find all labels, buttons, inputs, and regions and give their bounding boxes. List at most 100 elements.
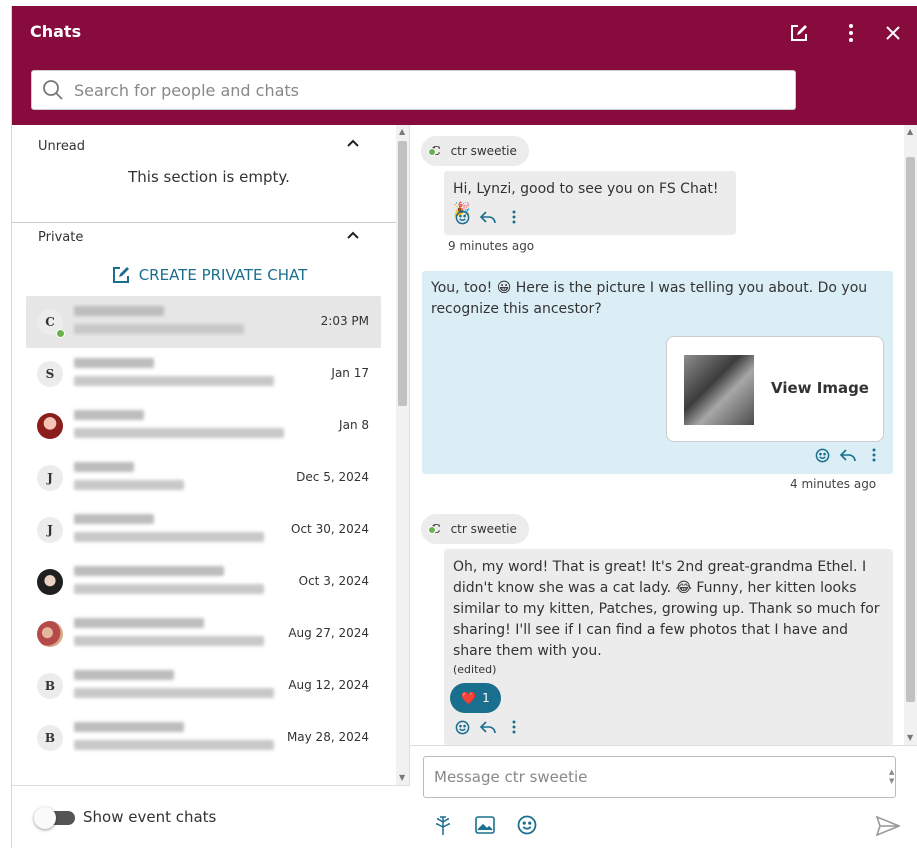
add-reaction-icon[interactable] <box>454 209 470 225</box>
avatar: J <box>37 465 63 491</box>
scrollbar-thumb[interactable] <box>398 141 407 406</box>
view-image-label[interactable]: View Image <box>771 379 869 397</box>
chat-list-footer: Show event chats <box>12 785 410 848</box>
reaction-badge[interactable]: ❤️ 1 <box>450 683 501 713</box>
reply-icon[interactable] <box>840 447 856 463</box>
heart-icon: ❤️ <box>461 691 477 705</box>
chat-list-item[interactable]: Jan 8 <box>26 400 381 452</box>
chat-date: Jan 8 <box>339 418 369 432</box>
show-event-chats-label: Show event chats <box>83 808 217 826</box>
chat-name-redacted <box>74 618 204 628</box>
chat-preview-redacted <box>74 480 184 490</box>
online-indicator <box>428 526 436 534</box>
send-icon[interactable] <box>876 816 900 836</box>
chat-list-item[interactable]: S Jan 17 <box>26 348 381 400</box>
avatar: B <box>37 673 63 699</box>
new-chat-icon <box>112 267 129 283</box>
chevron-up-icon[interactable] <box>345 227 361 243</box>
emoji-icon[interactable] <box>516 814 538 836</box>
section-divider <box>12 222 396 223</box>
scroll-down-arrow[interactable]: ▼ <box>907 733 913 742</box>
message-text: Oh, my word! That is great! It's 2nd gre… <box>453 559 880 659</box>
reply-icon[interactable] <box>480 719 496 735</box>
create-private-chat-button[interactable]: CREATE PRIVATE CHAT <box>12 254 396 296</box>
new-chat-icon[interactable] <box>786 20 812 46</box>
chevron-up-icon[interactable] <box>345 135 361 151</box>
more-vert-icon[interactable] <box>838 20 864 46</box>
chat-date: 2:03 PM <box>320 314 369 328</box>
chat-list-scrollbar[interactable]: ▲ ▼ <box>396 125 409 785</box>
avatar <box>37 569 63 595</box>
chat-name-redacted <box>74 514 154 524</box>
chat-date: Oct 3, 2024 <box>298 574 369 588</box>
chat-preview-redacted <box>74 428 284 438</box>
chat-header: Chats <box>12 6 917 125</box>
more-vert-icon[interactable] <box>506 719 522 735</box>
sender-pill[interactable]: C ctr sweetie <box>421 514 529 544</box>
chat-name-redacted <box>74 670 174 680</box>
chat-panel: Chats Unread This section is empty. Priv… <box>11 6 917 848</box>
sender-name: ctr sweetie <box>450 144 517 158</box>
more-vert-icon[interactable] <box>506 209 522 225</box>
chat-preview-redacted <box>74 688 274 698</box>
tree-icon[interactable] <box>432 814 454 836</box>
toggle-knob[interactable] <box>34 807 56 829</box>
add-reaction-icon[interactable] <box>454 719 470 735</box>
sender-pill[interactable]: C ctr sweetie <box>421 136 529 166</box>
show-event-chats-toggle[interactable] <box>34 807 75 829</box>
image-icon[interactable] <box>474 814 496 836</box>
search-input[interactable] <box>74 80 774 100</box>
chat-list-item[interactable]: Oct 3, 2024 <box>26 556 381 608</box>
header-title: Chats <box>30 22 82 41</box>
message-actions <box>814 447 882 463</box>
reply-icon[interactable] <box>480 209 496 225</box>
search-box[interactable] <box>31 70 796 110</box>
empty-section-message: This section is empty. <box>128 168 290 186</box>
online-indicator <box>56 329 65 338</box>
chat-list-item[interactable]: B May 28, 2024 <box>26 712 381 764</box>
message-input[interactable] <box>423 756 896 798</box>
chat-date: Jan 17 <box>331 366 369 380</box>
image-thumbnail[interactable] <box>684 355 754 425</box>
chat-name-redacted <box>74 306 164 316</box>
conversation-panel: C ctr sweetie Hi, Lynzi, good to see you… <box>410 125 917 848</box>
chat-list: Unread This section is empty. Private CR… <box>12 125 396 775</box>
section-unread-label: Unread <box>38 139 86 154</box>
image-attachment-card[interactable]: View Image <box>666 336 884 442</box>
avatar: B <box>37 725 63 751</box>
scroll-up-arrow[interactable]: ▲ <box>907 127 913 136</box>
chat-list-item[interactable]: J Oct 30, 2024 <box>26 504 381 556</box>
edited-label: (edited) <box>453 663 497 676</box>
scroll-down-arrow[interactable]: ▼ <box>399 773 405 782</box>
chat-list-item[interactable]: J Dec 5, 2024 <box>26 452 381 504</box>
own-message-bubble: You, too! 😀 Here is the picture I was te… <box>422 271 893 474</box>
message-timestamp: 9 minutes ago <box>448 239 535 253</box>
chat-date: Aug 27, 2024 <box>288 626 369 640</box>
more-vert-icon[interactable] <box>866 447 882 463</box>
section-private-header[interactable]: Private <box>12 224 396 254</box>
message-timestamp: 4 minutes ago <box>790 477 877 491</box>
add-reaction-icon[interactable] <box>814 447 830 463</box>
online-indicator <box>428 148 436 156</box>
reaction-count: 1 <box>482 691 490 705</box>
chat-preview-redacted <box>74 324 244 334</box>
scroll-up-arrow[interactable]: ▲ <box>399 127 405 136</box>
avatar <box>37 621 63 647</box>
scrollbar-thumb[interactable] <box>906 157 915 702</box>
section-unread-header[interactable]: Unread <box>12 125 396 159</box>
message-bubble: Hi, Lynzi, good to see you on FS Chat! 🎉 <box>444 171 736 235</box>
chat-list-item[interactable]: C 2:03 PM <box>26 296 381 348</box>
conversation-scrollbar[interactable]: ▲ ▼ <box>904 125 917 745</box>
chat-preview-redacted <box>74 740 274 750</box>
avatar: J <box>37 517 63 543</box>
input-spinner[interactable]: ▲ ▼ <box>889 768 899 786</box>
chat-preview-redacted <box>74 584 264 594</box>
message-bubble: Oh, my word! That is great! It's 2nd gre… <box>444 549 893 745</box>
chat-list-item[interactable]: B Aug 12, 2024 <box>26 660 381 712</box>
chat-date: Dec 5, 2024 <box>296 470 369 484</box>
chat-preview-redacted <box>74 532 264 542</box>
avatar <box>37 413 63 439</box>
chat-list-item[interactable]: Aug 27, 2024 <box>26 608 381 660</box>
chat-preview-redacted <box>74 376 274 386</box>
close-icon[interactable] <box>880 20 906 46</box>
